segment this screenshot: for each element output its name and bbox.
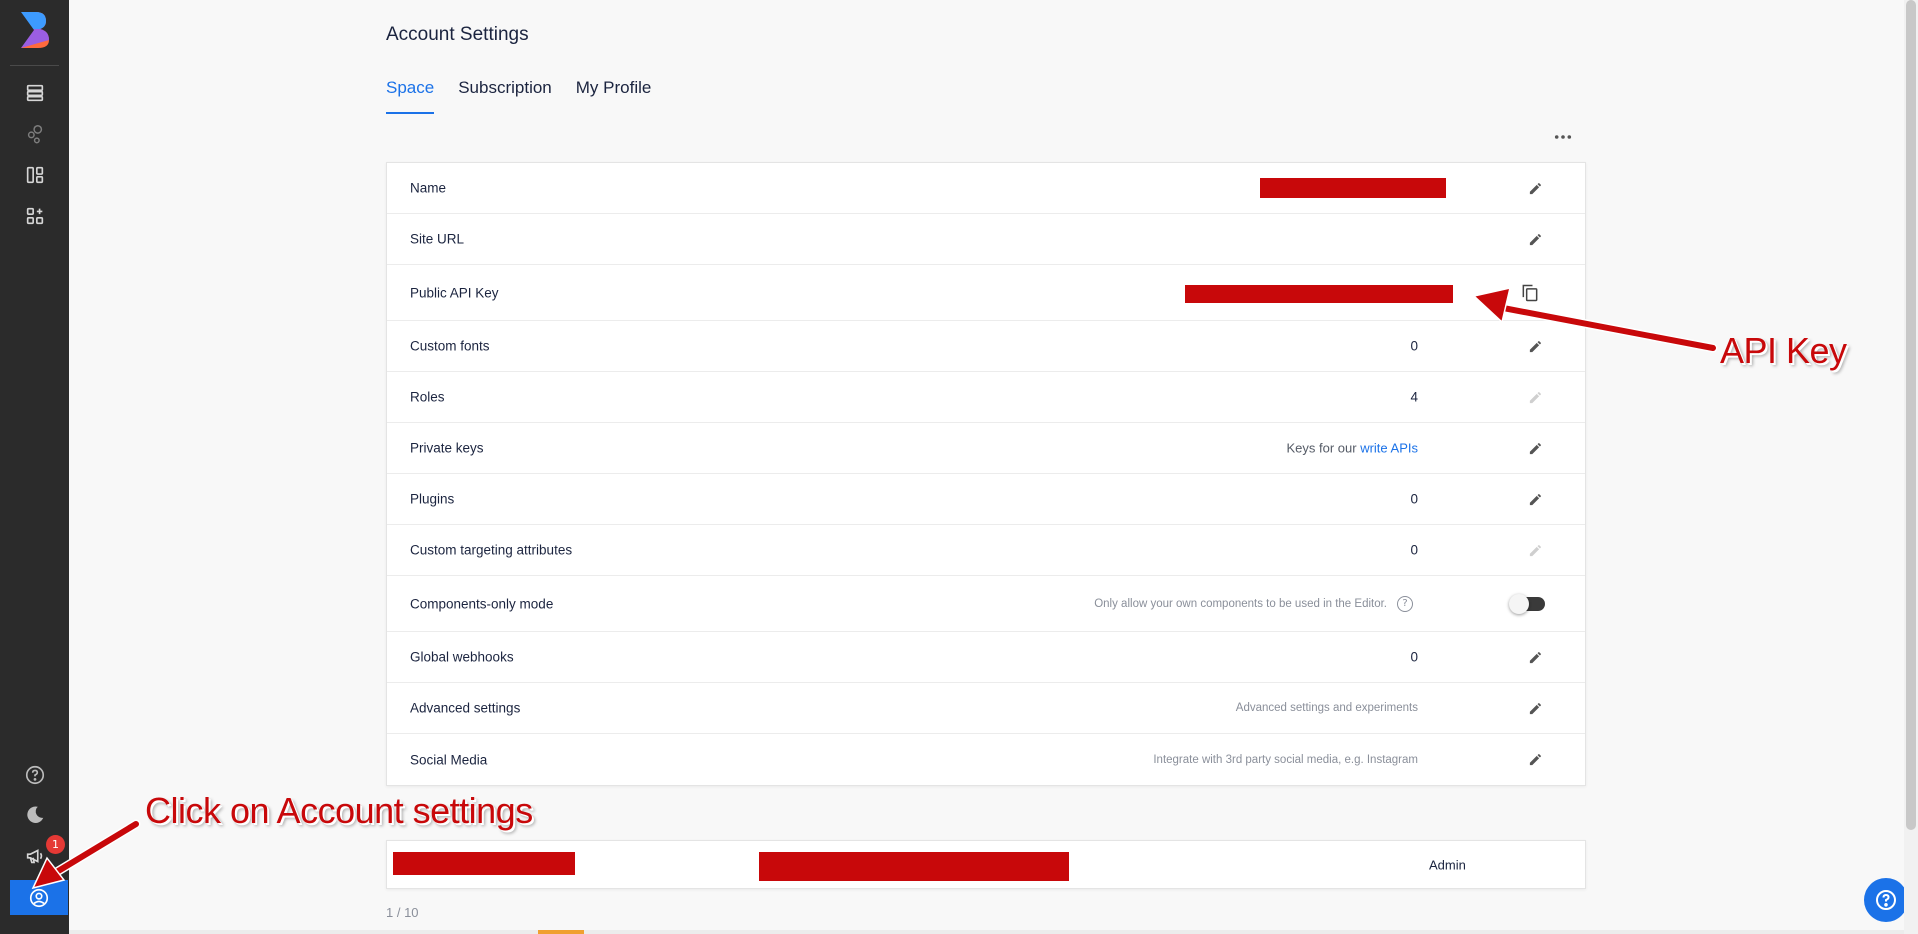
scrollbar[interactable] <box>1904 0 1918 934</box>
settings-row-name: Name <box>387 163 1585 214</box>
private-keys-text: Keys for our <box>1286 440 1361 456</box>
edit-icon <box>1529 651 1541 663</box>
row-label: Roles <box>410 389 445 405</box>
bottom-accent <box>538 930 584 934</box>
edit-button[interactable] <box>1525 229 1545 249</box>
redacted-member-email <box>759 852 1069 881</box>
row-label: Public API Key <box>410 285 499 300</box>
row-label: Custom targeting attributes <box>410 542 573 558</box>
edit-icon <box>1529 340 1541 352</box>
edit-button[interactable] <box>1525 750 1545 770</box>
settings-row-plugins: Plugins 0 <box>387 474 1585 525</box>
row-value: 0 <box>1410 491 1418 507</box>
space-settings-card: Name Site URL Public API Key Custom font… <box>386 162 1586 786</box>
edit-button[interactable] <box>1525 438 1545 458</box>
settings-row-social-media: Social Media Integrate with 3rd party so… <box>387 734 1585 785</box>
row-value: Advanced settings and experiments <box>1235 702 1418 714</box>
edit-button-disabled <box>1525 387 1545 407</box>
edit-button[interactable] <box>1525 647 1545 667</box>
row-value: 0 <box>1410 338 1418 354</box>
apps-icon[interactable] <box>22 203 48 229</box>
components-only-toggle[interactable] <box>1509 593 1545 614</box>
tab-my-profile[interactable]: My Profile <box>576 78 652 114</box>
edit-button[interactable] <box>1525 698 1545 718</box>
row-value: 0 <box>1410 542 1418 558</box>
member-role: Admin <box>1429 857 1466 872</box>
content-icon[interactable] <box>22 80 48 106</box>
edit-icon <box>1529 753 1541 766</box>
member-row: Admin <box>386 840 1586 889</box>
scrollbar-thumb[interactable] <box>1906 0 1916 830</box>
row-value: 0 <box>1410 649 1418 665</box>
moon-icon[interactable] <box>22 802 48 828</box>
page-title: Account Settings <box>386 24 529 45</box>
row-label: Social Media <box>410 752 488 767</box>
blocks-icon[interactable] <box>22 162 48 188</box>
annotation-account-settings: Click on Account settings <box>145 790 533 831</box>
edit-icon <box>1529 493 1541 505</box>
edit-button[interactable] <box>1525 178 1545 198</box>
settings-row-custom-targeting-attributes: Custom targeting attributes 0 <box>387 525 1585 576</box>
redacted-value <box>1185 285 1453 303</box>
account-icon <box>29 888 49 907</box>
edit-button[interactable] <box>1525 489 1545 509</box>
edit-icon <box>1529 702 1541 714</box>
row-label: Private keys <box>410 440 484 456</box>
write-apis-link[interactable]: write APIs <box>1360 441 1418 456</box>
settings-row-global-webhooks: Global webhooks 0 <box>387 632 1585 683</box>
megaphone-icon[interactable] <box>22 843 48 869</box>
settings-row-custom-fonts: Custom fonts 0 <box>387 321 1585 372</box>
tab-subscription[interactable]: Subscription <box>458 78 552 114</box>
help-icon[interactable] <box>22 762 48 788</box>
row-value: Keys for our write APIs <box>1287 441 1419 456</box>
settings-row-components-only-mode: Components-only mode Only allow your own… <box>387 576 1585 632</box>
edit-icon <box>1529 391 1541 403</box>
row-label: Custom fonts <box>410 338 490 354</box>
row-value: Integrate with 3rd party social media, e… <box>1153 753 1418 766</box>
row-value: 4 <box>1410 389 1418 405</box>
edit-button[interactable] <box>1525 336 1545 356</box>
settings-row-advanced-settings: Advanced settings Advanced settings and … <box>387 683 1585 734</box>
row-label: Global webhooks <box>410 649 514 665</box>
help-chat-button[interactable] <box>1864 878 1908 922</box>
bottom-strip <box>69 930 1904 934</box>
row-value: Only allow your own components to be use… <box>1094 595 1413 612</box>
edit-button-disabled <box>1525 540 1545 560</box>
row-label: Plugins <box>410 491 455 507</box>
row-label: Advanced settings <box>410 700 521 716</box>
logo-icon[interactable] <box>18 10 52 50</box>
row-label: Components-only mode <box>410 596 554 611</box>
edit-icon <box>1529 544 1541 556</box>
help-tooltip-icon[interactable]: ? <box>1397 595 1413 612</box>
notification-badge: 1 <box>46 835 65 854</box>
copy-icon <box>1522 284 1538 301</box>
account-settings-button[interactable] <box>10 880 68 915</box>
edit-icon <box>1529 233 1541 245</box>
more-icon <box>1554 135 1572 139</box>
settings-row-public-api-key: Public API Key <box>387 265 1585 321</box>
redacted-value <box>1260 178 1446 198</box>
row-label: Site URL <box>410 231 465 247</box>
settings-tabs: Space Subscription My Profile <box>386 78 675 114</box>
redacted-member-name <box>393 852 575 875</box>
sidebar-divider <box>10 65 59 66</box>
pagination: 1 / 10 <box>386 905 419 920</box>
annotation-api-key: API Key <box>1720 330 1847 371</box>
edit-icon <box>1529 182 1541 194</box>
settings-row-site-url: Site URL <box>387 214 1585 265</box>
edit-icon <box>1529 442 1541 454</box>
settings-row-roles: Roles 4 <box>387 372 1585 423</box>
components-only-description: Only allow your own components to be use… <box>1094 597 1387 610</box>
components-icon[interactable] <box>22 121 48 147</box>
settings-row-private-keys: Private keys Keys for our write APIs <box>387 423 1585 474</box>
copy-button[interactable] <box>1520 283 1540 303</box>
row-label: Name <box>410 180 447 196</box>
more-options-button[interactable] <box>1550 126 1576 148</box>
sidebar: 1 <box>0 0 69 934</box>
tab-space[interactable]: Space <box>386 78 435 114</box>
help-icon <box>1876 890 1896 910</box>
